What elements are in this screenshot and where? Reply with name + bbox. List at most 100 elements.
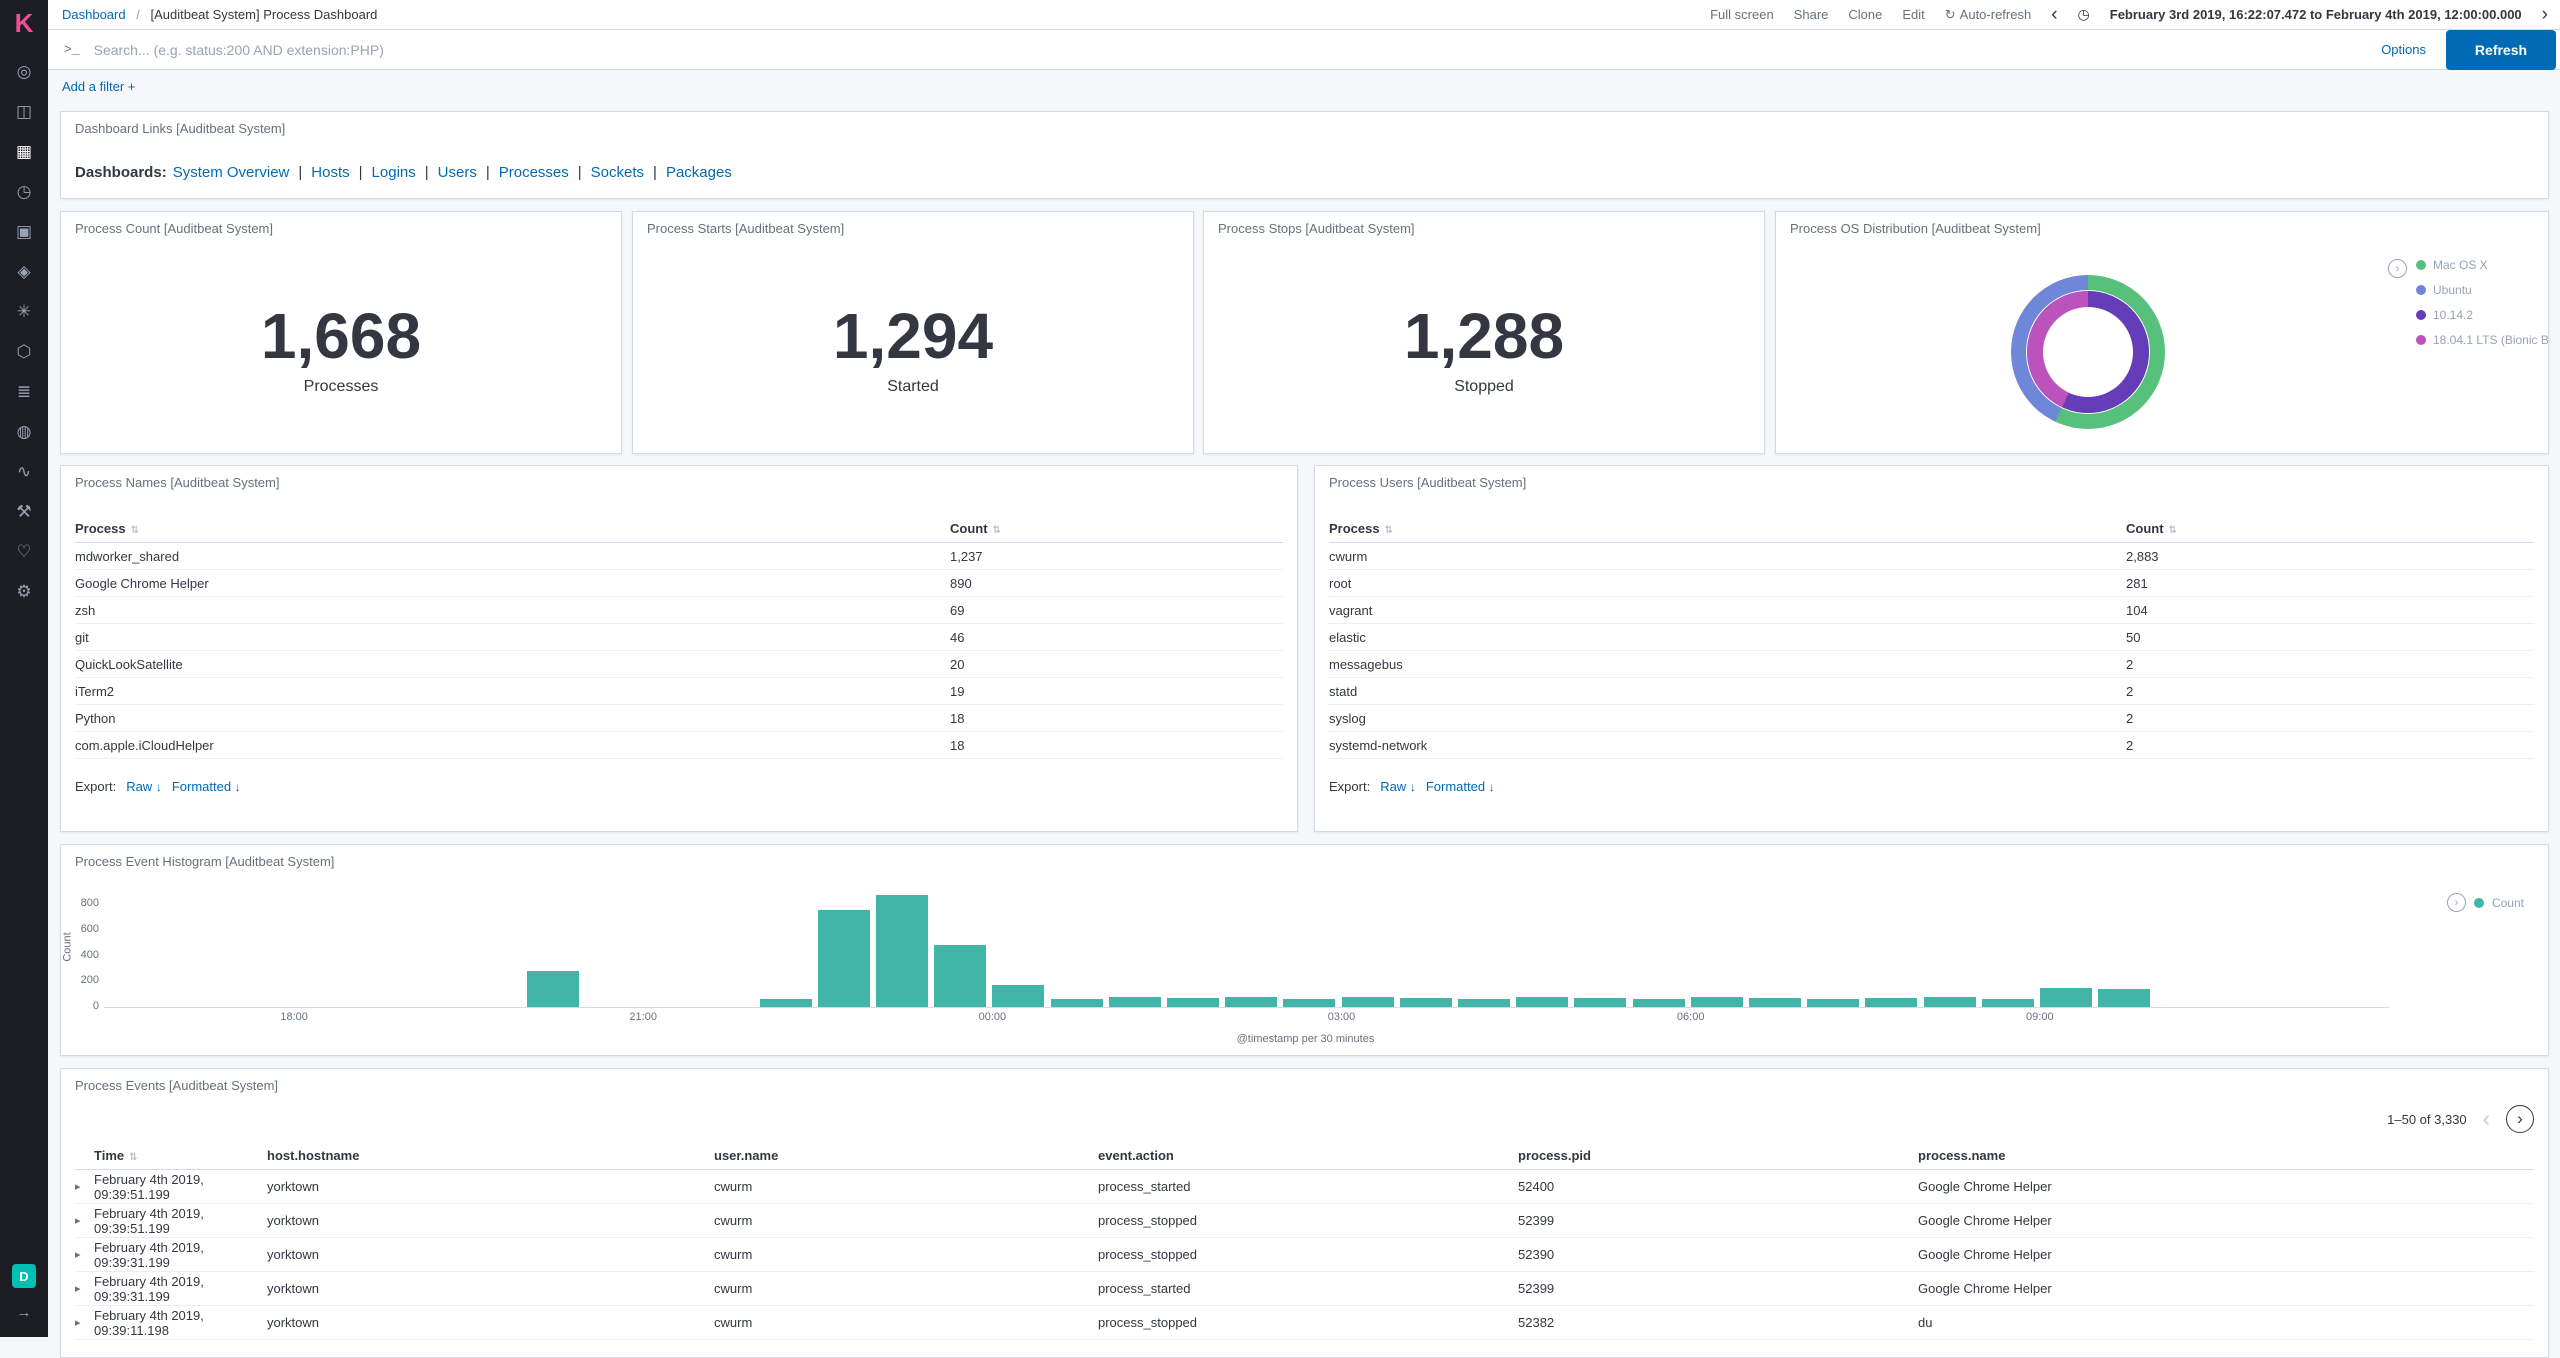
cell-time: February 4th 2019, 09:39:31.199 [94,1273,204,1304]
column-header-action[interactable]: event.action [1098,1148,1518,1163]
expand-row-icon[interactable]: ▸ [75,1282,94,1295]
legend-toggle-icon[interactable]: › [2446,893,2466,912]
legend-item[interactable]: Mac OS X [2416,252,2548,277]
column-header-process-name[interactable]: process.name [1918,1148,2534,1163]
export-raw-link[interactable]: Raw ↓ [1380,779,1416,794]
full-screen-button[interactable]: Full screen [1710,7,1774,22]
auto-refresh-button[interactable]: ↻ Auto-refresh [1945,7,2031,23]
table-row: QuickLookSatellite 20 [75,651,1283,678]
dashboard-link-processes[interactable]: Processes [499,164,569,181]
sidebar-nav: ◎ ◫ ▦ ◷ ▣ ◈ ✳ ⬡ ≣ ◍ ∿ ⚒ ♡ ⚙ [0,52,48,612]
uptime-icon[interactable]: ∿ [0,452,48,492]
management-icon[interactable]: ⚙ [0,572,48,612]
space-avatar-default[interactable]: D [12,1264,36,1288]
cell-process: statd [1329,683,1358,699]
cell-count: 2 [2126,737,2134,753]
column-header-pid[interactable]: process.pid [1518,1148,1918,1163]
export-row: Export: Raw ↓ Formatted ↓ [1329,779,1495,794]
donut-chart[interactable] [2011,275,2165,429]
column-header-hostname[interactable]: host.hostname [267,1148,714,1163]
cell-count: 18 [950,710,965,726]
cell-hostname: yorktown [267,1213,320,1228]
dashboard-link-hosts[interactable]: Hosts [311,164,349,181]
cell-process-name: Google Chrome Helper [1918,1179,2052,1194]
legend-toggle-icon[interactable]: › [2388,259,2407,278]
x-axis-tick: 21:00 [629,1011,657,1023]
cell-action: process_started [1098,1179,1191,1194]
legend-item[interactable]: Ubuntu [2416,277,2548,302]
table-row: root 281 [1329,570,2534,597]
histogram-legend: › Count [2446,893,2524,912]
time-next-icon[interactable]: › [2542,5,2548,24]
cell-count: 2 [2126,710,2134,726]
infrastructure-icon[interactable]: ⬡ [0,332,48,372]
table-row: systemd-network 2 [1329,732,2534,759]
legend-item[interactable]: 18.04.1 LTS (Bionic B... [2416,327,2548,352]
cell-process: iTerm2 [75,683,115,699]
share-button[interactable]: Share [1794,7,1829,22]
cell-process: git [75,629,89,645]
donut-inner-ring[interactable] [2027,291,2149,413]
download-icon: ↓ [155,780,162,794]
search-input[interactable] [91,40,2362,59]
cell-hostname: yorktown [267,1281,320,1296]
donut-hole [2043,307,2133,397]
breadcrumb-separator: / [136,7,140,22]
sort-icon: ⇅ [129,1151,138,1163]
time-range-picker[interactable]: February 3rd 2019, 16:22:07.472 to Febru… [2110,7,2522,22]
legend-label[interactable]: Count [2492,896,2524,910]
next-page-icon[interactable]: › [2506,1105,2534,1133]
time-previous-icon[interactable]: ‹ [2051,5,2057,24]
table-row: cwurm 2,883 [1329,543,2534,570]
column-header-process[interactable]: Process ⇅ [75,521,950,536]
visualize-icon[interactable]: ◫ [0,92,48,132]
legend-item[interactable]: 10.14.2 [2416,302,2548,327]
machine-learning-icon[interactable]: ✳ [0,292,48,332]
clone-button[interactable]: Clone [1848,7,1882,22]
column-header-username[interactable]: user.name [714,1148,1098,1163]
expand-row-icon[interactable]: ▸ [75,1214,94,1227]
export-formatted-link[interactable]: Formatted ↓ [1426,779,1495,794]
discover-icon[interactable]: ◎ [0,52,48,92]
cell-process-name: Google Chrome Helper [1918,1281,2052,1296]
legend-dot [2416,284,2426,295]
cell-username: cwurm [714,1281,753,1296]
column-header-time[interactable]: Time ⇅ [94,1148,267,1163]
logs-icon[interactable]: ≣ [0,372,48,412]
maps-icon[interactable]: ◈ [0,252,48,292]
cell-count: 69 [950,602,965,618]
dev-tools-icon[interactable]: ⚒ [0,492,48,532]
column-header-count[interactable]: Count ⇅ [950,521,1283,536]
edit-button[interactable]: Edit [1902,7,1924,22]
dashboard-link-logins[interactable]: Logins [372,164,416,181]
column-header-process[interactable]: Process ⇅ [1329,521,2126,536]
expand-row-icon[interactable]: ▸ [75,1316,94,1329]
add-filter-link[interactable]: Add a filter + [62,79,135,94]
dashboard-link-sockets[interactable]: Sockets [591,164,644,181]
expand-row-icon[interactable]: ▸ [75,1180,94,1193]
expand-row-icon[interactable]: ▸ [75,1248,94,1261]
kibana-logo[interactable]: K [0,0,48,46]
dashboard-link-system-overview[interactable]: System Overview [173,164,290,181]
legend-label: 10.14.2 [2433,307,2474,322]
expand-sidebar-icon[interactable]: → [17,1304,32,1321]
previous-page-icon[interactable]: ‹ [2483,1108,2490,1130]
dashboard-icon[interactable]: ▦ [0,132,48,172]
top-navigation: Dashboard / [Auditbeat System] Process D… [48,0,2560,30]
panel-title: Process Count [Auditbeat System] [75,221,273,236]
panel-title: Process OS Distribution [Auditbeat Syste… [1790,221,2041,236]
dashboard-link-users[interactable]: Users [438,164,477,181]
monitoring-icon[interactable]: ♡ [0,532,48,572]
canvas-icon[interactable]: ▣ [0,212,48,252]
dashboard-link-packages[interactable]: Packages [666,164,732,181]
breadcrumb-dashboard-link[interactable]: Dashboard [62,7,126,22]
export-formatted-link[interactable]: Formatted ↓ [172,779,241,794]
apm-icon[interactable]: ◍ [0,412,48,452]
refresh-button[interactable]: Refresh [2446,29,2556,70]
cell-count: 2 [2126,683,2134,699]
export-raw-link[interactable]: Raw ↓ [126,779,162,794]
timelion-icon[interactable]: ◷ [0,172,48,212]
x-axis-tick: 18:00 [280,1011,308,1023]
options-link[interactable]: Options [2381,42,2426,57]
column-header-count[interactable]: Count ⇅ [2126,521,2534,536]
